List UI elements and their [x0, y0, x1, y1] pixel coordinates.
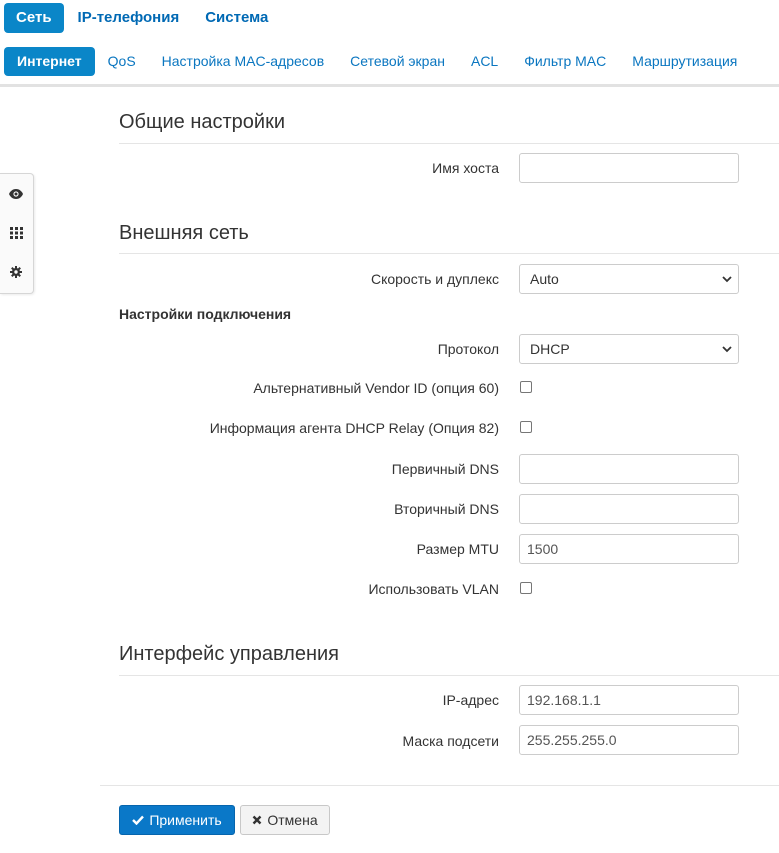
- sub-nav: Интернет QoS Настройка MAC-адресов Сетев…: [4, 47, 750, 76]
- protocol-label: Протокол: [437, 341, 499, 357]
- tab-routing[interactable]: Маршрутизация: [619, 47, 750, 76]
- tab-system[interactable]: Система: [193, 3, 280, 33]
- speed-duplex-select[interactable]: Auto: [519, 264, 739, 294]
- subnet-mask-input[interactable]: [519, 725, 739, 755]
- section-divider: [119, 675, 779, 676]
- cancel-button[interactable]: Отмена: [240, 805, 330, 835]
- primary-dns-label: Первичный DNS: [391, 461, 499, 477]
- tab-internet[interactable]: Интернет: [4, 47, 95, 76]
- vlan-checkbox[interactable]: [520, 582, 532, 594]
- speed-duplex-label: Скорость и дуплекс: [370, 271, 499, 287]
- apply-button[interactable]: Применить: [119, 805, 235, 835]
- subnet-mask-label: Маска подсети: [402, 733, 500, 749]
- hostname-label: Имя хоста: [432, 160, 499, 176]
- tab-network[interactable]: Сеть: [4, 3, 64, 33]
- tab-mac-settings[interactable]: Настройка MAC-адресов: [149, 47, 338, 76]
- secondary-dns-input[interactable]: [519, 494, 739, 524]
- vendor-id-label: Альтернативный Vendor ID (опция 60): [253, 380, 499, 396]
- hostname-input[interactable]: [519, 153, 739, 183]
- protocol-value: DHCP: [530, 341, 570, 357]
- top-nav: Сеть IP-телефония Система: [4, 3, 282, 33]
- section-divider: [119, 143, 779, 144]
- apply-button-label: Применить: [149, 812, 222, 828]
- vendor-id-checkbox[interactable]: [520, 381, 532, 393]
- dhcp-relay-checkbox[interactable]: [520, 421, 532, 433]
- connection-settings-heading: Настройки подключения: [119, 306, 292, 322]
- protocol-select[interactable]: DHCP: [519, 334, 739, 364]
- footer-divider: [100, 785, 779, 786]
- grid-icon[interactable]: [6, 223, 26, 243]
- cancel-button-label: Отмена: [267, 812, 318, 828]
- tab-firewall[interactable]: Сетевой экран: [337, 47, 458, 76]
- primary-dns-input[interactable]: [519, 454, 739, 484]
- side-toolbar: [0, 173, 34, 294]
- section-title-general: Общие настройки: [119, 111, 285, 133]
- gear-icon[interactable]: [6, 262, 26, 282]
- mtu-label: Размер MTU: [416, 541, 499, 557]
- section-title-management: Интерфейс управления: [119, 643, 339, 665]
- speed-duplex-value: Auto: [530, 271, 559, 287]
- secondary-dns-label: Вторичный DNS: [394, 501, 499, 517]
- dhcp-relay-label: Информация агента DHCP Relay (Опция 82): [209, 420, 499, 436]
- tab-mac-filter[interactable]: Фильтр MAC: [511, 47, 619, 76]
- check-icon: [132, 815, 145, 825]
- mtu-input[interactable]: [519, 534, 739, 564]
- close-icon: [252, 815, 262, 825]
- tab-qos[interactable]: QoS: [95, 47, 149, 76]
- section-divider: [119, 253, 779, 254]
- ip-address-label: IP-адрес: [442, 692, 499, 708]
- vlan-label: Использовать VLAN: [368, 581, 499, 597]
- ip-address-input[interactable]: [519, 685, 739, 715]
- tab-ip-telephony[interactable]: IP-телефония: [66, 3, 192, 33]
- nav-divider: [0, 84, 779, 87]
- chevron-down-icon: [722, 346, 732, 353]
- section-title-wan: Внешняя сеть: [119, 222, 249, 244]
- eye-icon[interactable]: [6, 184, 26, 204]
- chevron-down-icon: [722, 276, 732, 283]
- tab-acl[interactable]: ACL: [458, 47, 511, 76]
